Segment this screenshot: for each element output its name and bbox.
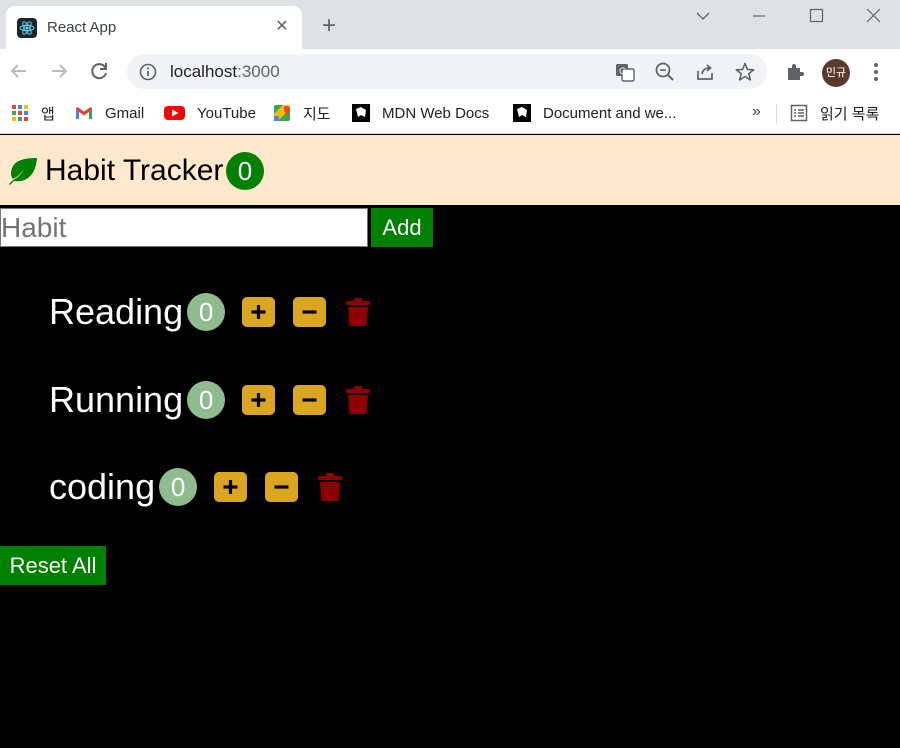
info-icon[interactable] (139, 63, 157, 81)
bookmark-label: Document and we... (543, 104, 677, 122)
bookmark-label: 앱 (41, 105, 55, 123)
bookmark-label: 지도 (303, 105, 331, 123)
close-icon[interactable]: ✕ (272, 17, 292, 37)
decrease-button[interactable] (293, 297, 327, 327)
zoom-out-icon[interactable] (654, 61, 676, 83)
habit-name: Reading (49, 291, 184, 332)
new-tab-icon[interactable]: + (316, 14, 342, 40)
translate-icon[interactable]: G (614, 61, 636, 83)
bookmark-maps[interactable]: 지도 (273, 102, 331, 124)
delete-button[interactable] (344, 385, 372, 415)
reload-icon[interactable] (86, 58, 112, 84)
tab-strip: React App ✕ + (0, 0, 900, 49)
bookmark-document[interactable]: Document and we... (513, 102, 676, 124)
total-count-badge: 0 (226, 152, 264, 190)
trash-icon (318, 473, 343, 501)
leaf-icon (6, 157, 38, 185)
browser-toolbar: localhost:3000 G 민규 (0, 49, 900, 94)
apps-grid-icon (11, 104, 29, 122)
add-button[interactable]: Add (371, 208, 433, 247)
app-navbar: Habit Tracker 0 (0, 135, 900, 205)
extensions-puzzle-icon[interactable] (784, 61, 806, 83)
bookmark-gmail[interactable]: Gmail (75, 102, 144, 124)
reading-list-label: 읽기 목록 (820, 105, 880, 123)
trash-icon (346, 298, 371, 326)
reading-list-icon (790, 104, 808, 122)
bookmark-star-icon[interactable] (734, 61, 756, 83)
decrease-button[interactable] (293, 385, 327, 415)
trash-icon (346, 386, 371, 414)
habit-count-badge: 0 (187, 293, 226, 331)
back-arrow-icon[interactable] (6, 58, 32, 84)
bookmarks-overflow-button[interactable]: » (752, 103, 761, 121)
svg-text:G: G (619, 66, 626, 76)
habit-name: coding (49, 466, 156, 507)
reset-all-button[interactable]: Reset All (0, 546, 106, 585)
increase-button[interactable] (242, 385, 276, 415)
minus-icon (302, 398, 317, 402)
increase-button[interactable] (214, 472, 248, 502)
bookmark-youtube[interactable]: YouTube (164, 102, 256, 124)
plus-icon (223, 480, 238, 494)
mdn-icon (352, 104, 370, 122)
react-logo-icon (17, 18, 37, 38)
habit-name: Running (49, 379, 184, 420)
profile-avatar[interactable]: 민규 (822, 59, 850, 87)
bookmarks-bar: 앱 Gmail YouTube 지도 MDN Web Docs Document… (0, 94, 900, 134)
address-bar[interactable]: localhost:3000 G (127, 54, 767, 89)
app-title: Habit Tracker (45, 154, 224, 187)
bookmark-apps[interactable]: 앱 (11, 102, 55, 124)
bookmark-label: YouTube (197, 104, 256, 122)
minus-icon (302, 310, 317, 314)
minus-icon (274, 485, 289, 489)
bookmark-label: MDN Web Docs (382, 104, 490, 122)
delete-button[interactable] (344, 297, 372, 327)
more-vert-icon[interactable] (866, 61, 886, 83)
plus-icon (251, 305, 266, 319)
youtube-icon (164, 104, 185, 122)
habit-input[interactable]: Habit (0, 208, 368, 247)
minimize-icon[interactable] (742, 2, 776, 30)
maps-icon (273, 104, 291, 122)
url-host: localhost (170, 62, 238, 81)
browser-tab[interactable]: React App ✕ (6, 6, 302, 49)
forward-arrow-icon[interactable] (46, 58, 72, 84)
habit-item: Reading 0 (49, 290, 372, 334)
page-content: Habit Tracker 0 Habit Add Reading 0 Runn… (0, 135, 900, 748)
bookmarks-divider (776, 104, 777, 124)
habit-count-badge: 0 (159, 468, 198, 506)
mdn-icon (513, 104, 531, 122)
habit-item: coding 0 (49, 465, 344, 509)
plus-icon (251, 393, 266, 407)
window-close-icon[interactable] (856, 2, 890, 30)
share-icon[interactable] (694, 61, 716, 83)
bookmark-mdn[interactable]: MDN Web Docs (352, 102, 489, 124)
gmail-icon (75, 104, 93, 122)
decrease-button[interactable] (265, 472, 299, 502)
tab-title: React App (47, 19, 117, 36)
url-port: :3000 (237, 62, 280, 81)
reading-list-button[interactable]: 읽기 목록 (790, 102, 879, 124)
maximize-icon[interactable] (799, 2, 833, 30)
delete-button[interactable] (316, 472, 344, 502)
bookmark-label: Gmail (105, 104, 145, 122)
url-text: localhost:3000 (170, 62, 280, 82)
habit-count-badge: 0 (187, 381, 226, 419)
habit-item: Running 0 (49, 378, 372, 422)
increase-button[interactable] (242, 297, 276, 327)
chevron-down-icon[interactable] (686, 2, 720, 30)
